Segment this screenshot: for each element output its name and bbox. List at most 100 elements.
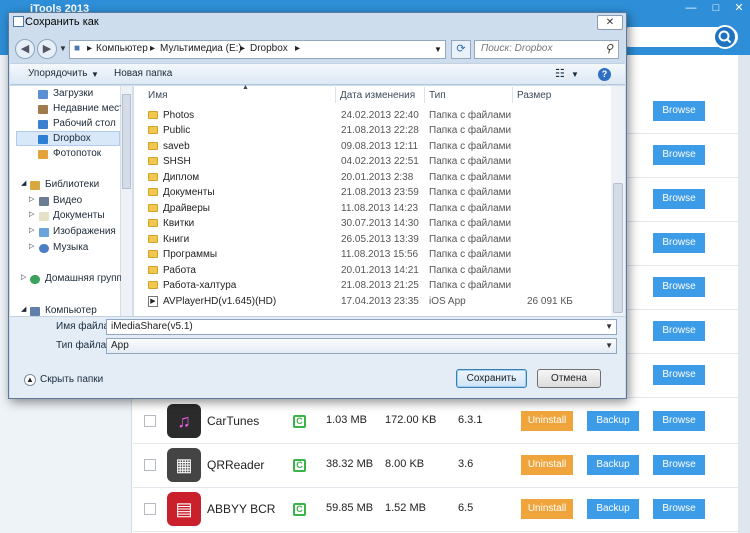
file-date: 20.01.2013 14:21 (341, 265, 419, 276)
column-header-name[interactable]: Имя (148, 90, 167, 101)
uninstall-button[interactable]: Uninstall (521, 455, 573, 475)
nav-scrollbar[interactable] (121, 86, 133, 316)
nav-item-documents[interactable]: Документы (53, 210, 105, 221)
chevron-down-icon[interactable]: ▼ (605, 341, 613, 350)
browse-button[interactable]: Browse (653, 365, 705, 385)
recent-dropdown-icon[interactable]: ▼ (59, 44, 67, 53)
view-mode-icon[interactable]: ☷ (555, 67, 565, 80)
refresh-icon[interactable]: ⟳ (451, 40, 471, 59)
expand-arrow-icon[interactable]: ▷ (29, 195, 34, 203)
nav-item-computer[interactable]: Компьютер (45, 305, 97, 315)
cancel-button[interactable]: Отмена (537, 369, 601, 388)
save-button[interactable]: Сохранить (456, 369, 527, 388)
file-row[interactable]: Работа-халтура 21.08.2013 21:25 Папка с фа… (135, 278, 611, 293)
back-arrow-icon[interactable]: ◀ (15, 39, 35, 59)
chevron-down-icon[interactable]: ▼ (605, 322, 613, 331)
file-type: Папка с файлами (429, 172, 512, 183)
file-list-scroll-thumb[interactable] (613, 183, 623, 313)
nav-item-video[interactable]: Видео (53, 195, 82, 206)
nav-item-desktop[interactable]: Рабочий стол (53, 118, 116, 129)
app-row: ▦ QRReader C 38.32 MB 8.00 KB 3.6 Uninst… (133, 444, 738, 488)
file-row[interactable]: Photos 24.02.2013 22:40 Папка с файлами (135, 108, 611, 123)
nav-item-recent[interactable]: Недавние места (53, 103, 129, 114)
browse-button[interactable]: Browse (653, 411, 705, 431)
collapse-up-icon[interactable]: ▲ (24, 374, 36, 386)
folder-icon (148, 173, 158, 181)
backup-button[interactable]: Backup (587, 411, 639, 431)
file-row[interactable]: Public 21.08.2013 22:28 Папка с файлами (135, 123, 611, 138)
browse-button[interactable]: Browse (653, 455, 705, 475)
uninstall-button[interactable]: Uninstall (521, 411, 573, 431)
view-dropdown-icon[interactable]: ▼ (571, 70, 579, 79)
browse-button[interactable]: Browse (653, 499, 705, 519)
nav-scroll-thumb[interactable] (122, 94, 131, 189)
breadcrumb-separator-icon: ▸ (150, 43, 156, 54)
address-bar[interactable]: ■ ▸ Компьютер ▸ Мультимедиа (E:) ▸ Dropb… (69, 40, 446, 59)
filename-label: Имя файла: (56, 321, 112, 332)
backup-button[interactable]: Backup (587, 455, 639, 475)
folder-icon (148, 219, 158, 227)
column-header-type[interactable]: Тип (429, 90, 446, 101)
browse-button[interactable]: Browse (653, 233, 705, 253)
file-row[interactable]: Диплом 20.01.2013 2:38 Папка с файлами (135, 170, 611, 185)
file-row[interactable]: ▶ AVPlayerHD(v1.645)(HD) 17.04.2013 23:35 i… (135, 294, 611, 309)
search-icon[interactable] (713, 25, 737, 49)
file-row[interactable]: SHSH 04.02.2013 22:51 Папка с файлами (135, 154, 611, 169)
address-dropdown-icon[interactable]: ▼ (434, 45, 442, 54)
file-row[interactable]: Квитки 30.07.2013 14:30 Папка с файлами (135, 216, 611, 231)
search-input[interactable]: Поиск: Dropbox ⚲ (474, 40, 619, 59)
expand-arrow-icon[interactable]: ▷ (21, 273, 26, 281)
expand-arrow-icon[interactable]: ▷ (29, 226, 34, 234)
app-list-scrollbar[interactable] (738, 55, 750, 533)
help-icon[interactable]: ? (598, 68, 611, 81)
browse-button[interactable]: Browse (653, 101, 705, 121)
nav-item-downloads[interactable]: Загрузки (53, 88, 93, 99)
search-icon[interactable]: ⚲ (605, 42, 613, 55)
breadcrumb-dropbox[interactable]: Dropbox (250, 43, 288, 54)
forward-arrow-icon[interactable]: ▶ (37, 39, 57, 59)
breadcrumb-drive[interactable]: Мультимедиа (E:) (160, 43, 242, 54)
close-icon[interactable]: ✕ (728, 0, 750, 17)
browse-button[interactable]: Browse (653, 189, 705, 209)
file-row[interactable]: Драйверы 11.08.2013 14:23 Папка с файлами (135, 201, 611, 216)
expand-arrow-icon[interactable]: ◢ (21, 179, 26, 187)
file-row[interactable]: Книги 26.05.2013 13:39 Папка с файлами (135, 232, 611, 247)
nav-item-images[interactable]: Изображения (53, 226, 116, 237)
organize-button[interactable]: Упорядочить (28, 68, 88, 79)
hide-folders-button[interactable]: Скрыть папки (40, 374, 103, 385)
file-row[interactable]: Работа 20.01.2013 14:21 Папка с файлами (135, 263, 611, 278)
file-type: Папка с файлами (429, 280, 512, 291)
minimize-icon[interactable]: — (680, 0, 702, 17)
maximize-icon[interactable]: □ (705, 0, 727, 17)
downloads-icon (38, 90, 48, 99)
expand-arrow-icon[interactable]: ◢ (21, 305, 26, 313)
browse-button[interactable]: Browse (653, 277, 705, 297)
file-row[interactable]: Программы 11.08.2013 15:56 Папка с файлами (135, 247, 611, 262)
expand-arrow-icon[interactable]: ▷ (29, 242, 34, 250)
file-row[interactable]: saveb 09.08.2013 12:11 Папка с файлами (135, 139, 611, 154)
column-header-size[interactable]: Размер (517, 90, 551, 101)
browse-button[interactable]: Browse (653, 321, 705, 341)
row-checkbox[interactable] (144, 503, 156, 515)
column-header-date[interactable]: Дата изменения (340, 90, 415, 101)
nav-item-libraries[interactable]: Библиотеки (45, 179, 99, 190)
file-name: Работа-халтура (163, 280, 237, 291)
nav-item-homegroup[interactable]: Домашняя группа (45, 273, 128, 284)
filetype-select[interactable]: App ▼ (106, 338, 617, 354)
nav-item-dropbox[interactable]: Dropbox (53, 133, 91, 144)
file-row[interactable]: Документы 21.08.2013 23:59 Папка с файлами (135, 185, 611, 200)
backup-button[interactable]: Backup (587, 499, 639, 519)
nav-item-photostream[interactable]: Фотопоток (53, 148, 101, 159)
expand-arrow-icon[interactable]: ▷ (29, 210, 34, 218)
row-checkbox[interactable] (144, 415, 156, 427)
uninstall-button[interactable]: Uninstall (521, 499, 573, 519)
row-checkbox[interactable] (144, 459, 156, 471)
file-name: Photos (163, 110, 195, 121)
nav-item-music[interactable]: Музыка (53, 242, 88, 253)
breadcrumb-computer[interactable]: Компьютер (96, 43, 148, 54)
browse-button[interactable]: Browse (653, 145, 705, 165)
dropbox-icon (38, 135, 48, 144)
dialog-close-button[interactable]: ✕ (597, 15, 623, 30)
new-folder-button[interactable]: Новая папка (114, 68, 172, 79)
filename-input[interactable]: iMediaShare(v5.1) ▼ (106, 319, 617, 335)
